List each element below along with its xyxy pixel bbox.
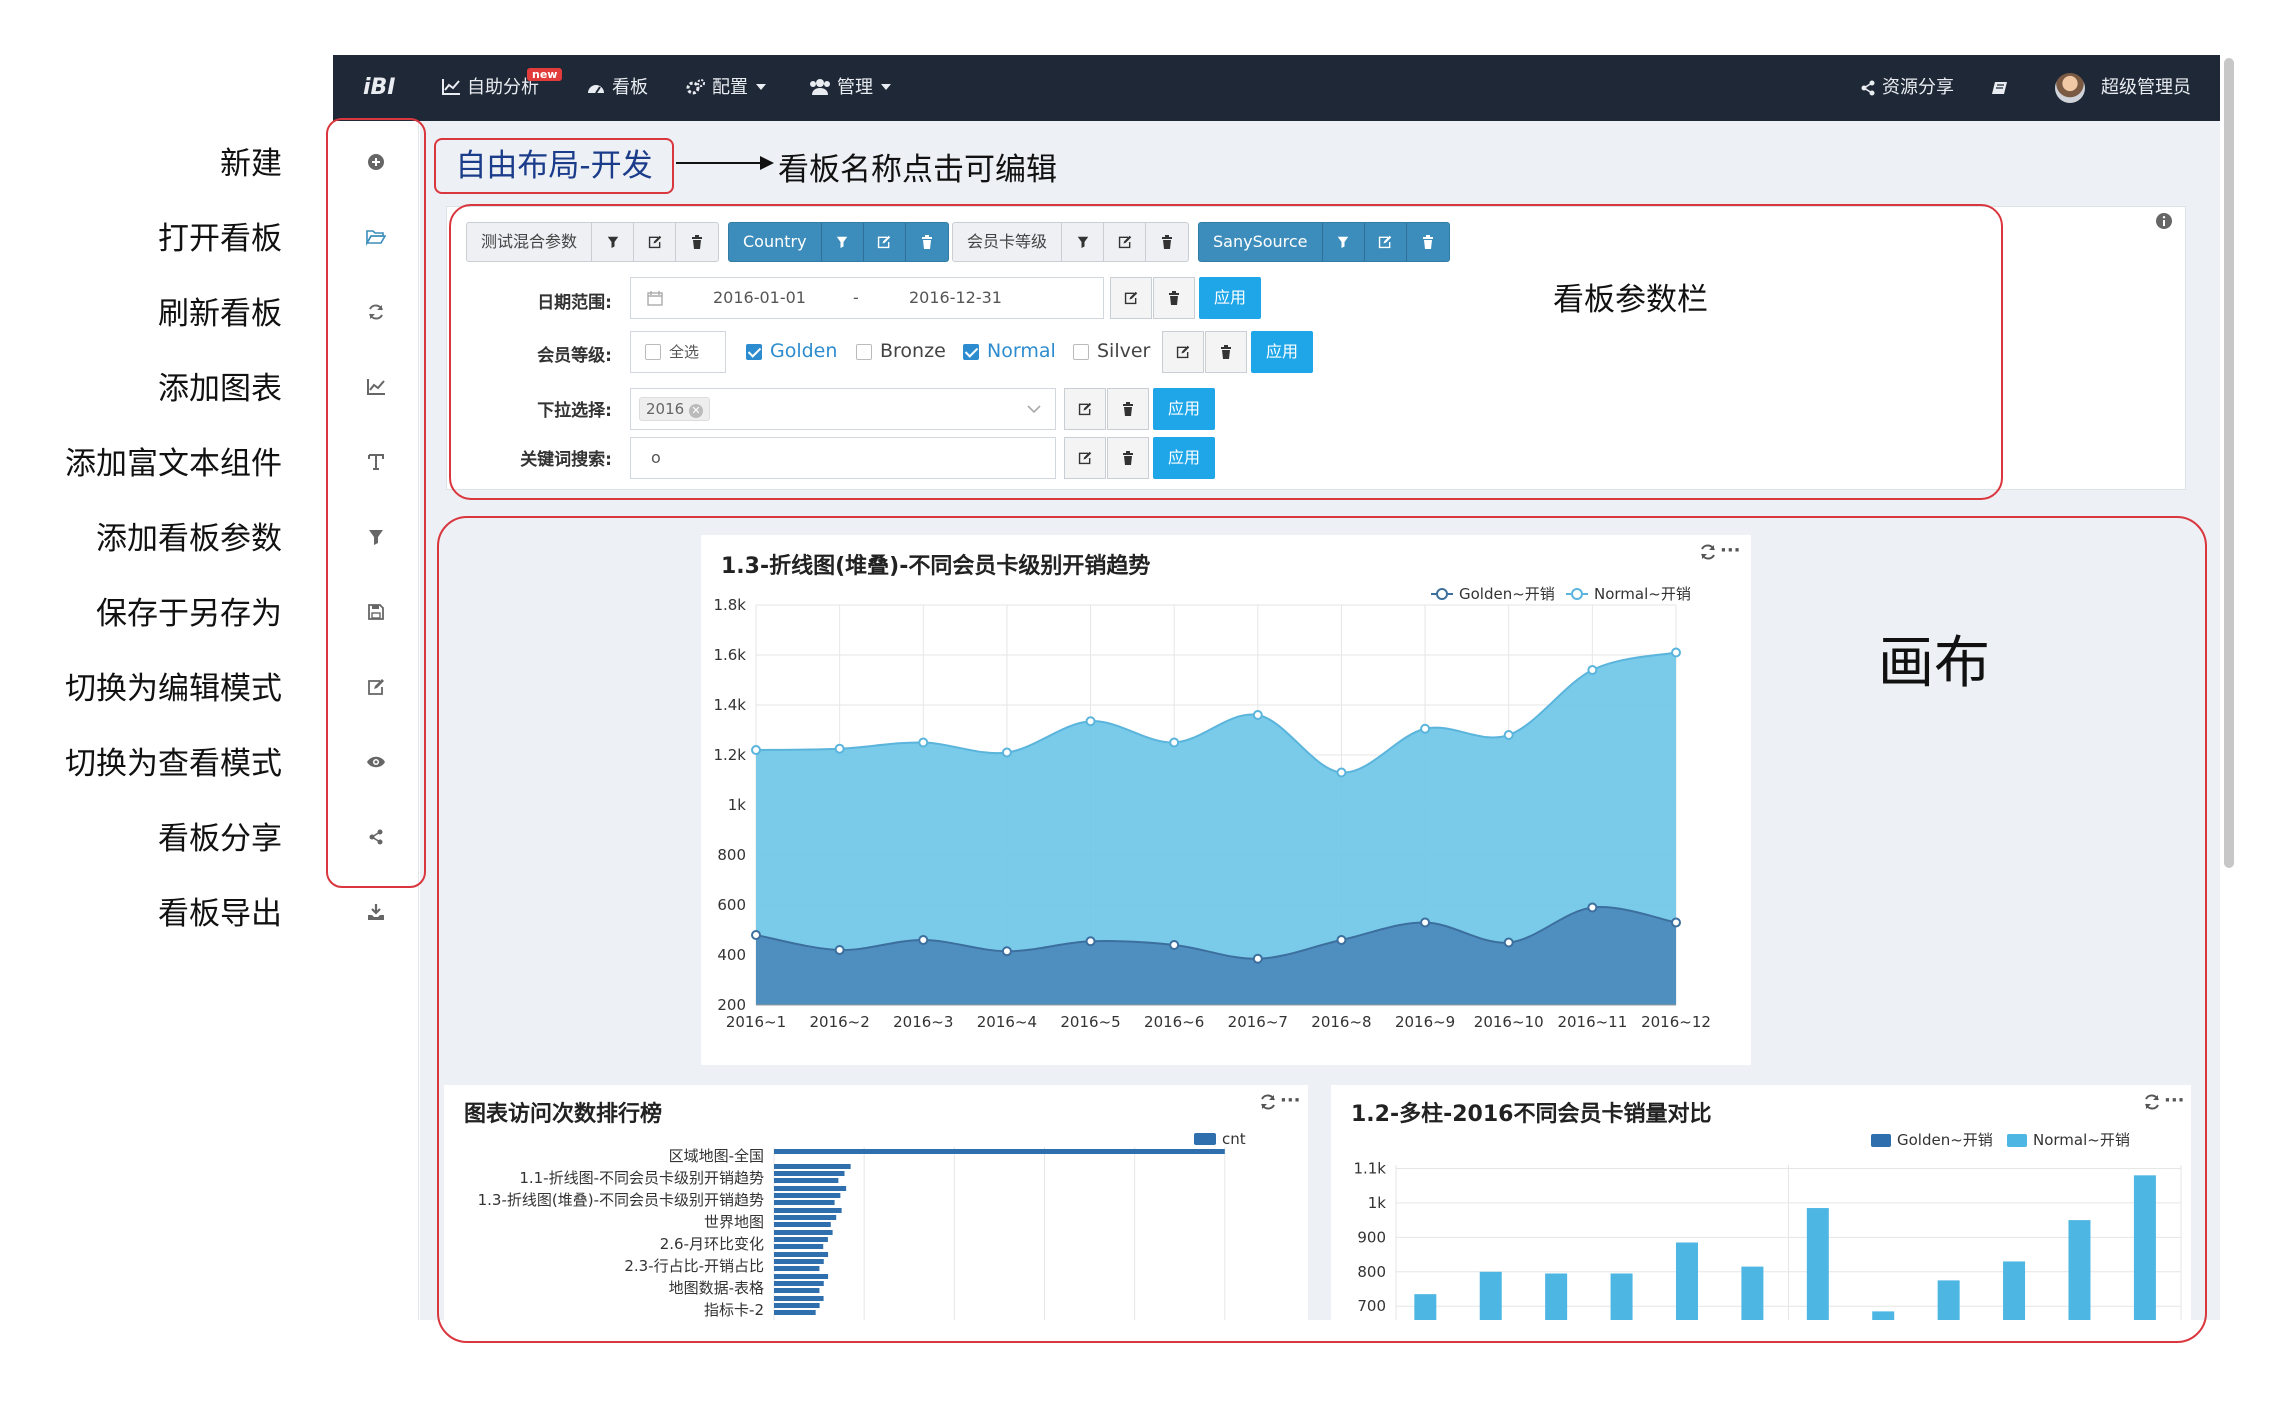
chevron-down-icon bbox=[881, 84, 891, 90]
cogs-icon bbox=[686, 79, 705, 95]
line-chart-icon bbox=[442, 79, 460, 95]
annotation-refresh-board: 刷新看板 bbox=[158, 296, 282, 332]
annotation-view-mode: 切换为查看模式 bbox=[65, 746, 282, 782]
logo[interactable]: iBI bbox=[363, 55, 396, 121]
dashboard-icon bbox=[588, 85, 604, 94]
arrow-right-icon bbox=[676, 156, 774, 170]
annotation-new: 新建 bbox=[220, 146, 282, 182]
annotation-add-richtext: 添加富文本组件 bbox=[65, 446, 282, 482]
nav-resource-share[interactable]: 资源分享 bbox=[1860, 55, 1954, 121]
nav-config-label: 配置 bbox=[712, 77, 748, 98]
users-icon bbox=[810, 79, 830, 95]
annotation-save: 保存于另存为 bbox=[96, 596, 282, 632]
nav-user-name[interactable]: 超级管理员 bbox=[2101, 55, 2191, 121]
info-icon[interactable] bbox=[2155, 212, 2173, 230]
param-bar-highlight-frame bbox=[449, 204, 2003, 500]
share-icon bbox=[1861, 80, 1875, 96]
nav-self-analysis[interactable]: 自助分析 bbox=[441, 55, 539, 121]
nav-dashboard[interactable]: 看板 bbox=[586, 55, 648, 121]
nav-resource-share-label: 资源分享 bbox=[1882, 77, 1954, 98]
nav-dashboard-label: 看板 bbox=[612, 77, 648, 98]
avatar[interactable] bbox=[2055, 73, 2085, 103]
export-board-button[interactable] bbox=[362, 898, 390, 926]
annotation-edit-mode: 切换为编辑模式 bbox=[65, 671, 282, 707]
annotation-share: 看板分享 bbox=[158, 821, 282, 857]
navbar: iBI 自助分析 看板 配置 管理 资源分享 超级管理员 bbox=[333, 55, 2220, 121]
nav-manage[interactable]: 管理 bbox=[809, 55, 891, 121]
annotation-title-hint: 看板名称点击可编辑 bbox=[778, 152, 1057, 188]
chevron-down-icon bbox=[756, 84, 766, 90]
annotation-open-board: 打开看板 bbox=[158, 221, 282, 257]
canvas-highlight-frame bbox=[437, 516, 2207, 1343]
new-badge: new bbox=[527, 68, 563, 81]
nav-config[interactable]: 配置 bbox=[686, 55, 766, 121]
nav-docs[interactable] bbox=[1991, 55, 2015, 121]
board-title[interactable]: 自由布局-开发 bbox=[434, 138, 674, 194]
download-icon bbox=[368, 904, 384, 920]
annotation-add-chart: 添加图表 bbox=[158, 371, 282, 407]
nav-manage-label: 管理 bbox=[837, 77, 873, 98]
annotation-add-param: 添加看板参数 bbox=[96, 521, 282, 557]
scrollbar[interactable] bbox=[2224, 58, 2234, 868]
sidebar-highlight-frame bbox=[326, 118, 426, 888]
book-icon bbox=[1992, 82, 2007, 94]
annotation-export: 看板导出 bbox=[158, 896, 282, 932]
